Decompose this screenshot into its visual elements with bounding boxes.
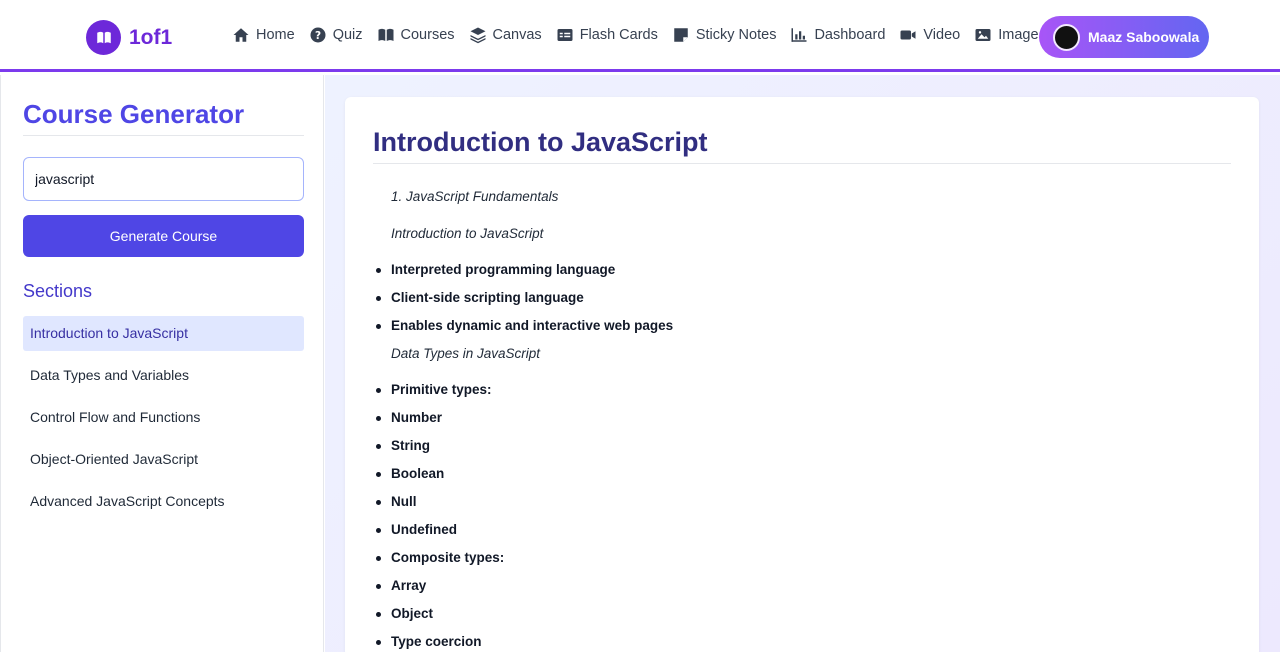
- page-title: Introduction to JavaScript: [373, 127, 708, 157]
- list-item: Primitive types:: [373, 380, 1231, 408]
- list-item: Null: [373, 492, 1231, 520]
- nav-canvas[interactable]: Canvas: [469, 26, 542, 44]
- list-item: String: [373, 436, 1231, 464]
- nav-home[interactable]: Home: [232, 26, 295, 44]
- bullet-list: Primitive types: Number String Boolean N…: [373, 380, 1231, 652]
- nav-image[interactable]: Image: [974, 26, 1039, 44]
- nav-courses-label: Courses: [400, 27, 455, 43]
- nav-flash-cards-label: Flash Cards: [579, 27, 658, 43]
- home-icon: [233, 28, 249, 42]
- list-item: Client-side scripting language: [373, 288, 1231, 316]
- logo[interactable]: 1of1: [86, 20, 172, 55]
- list-item: Boolean: [373, 464, 1231, 492]
- list-item: Number: [373, 408, 1231, 436]
- section-item-oop[interactable]: Object-Oriented JavaScript: [23, 442, 304, 477]
- nav-video[interactable]: Video: [899, 26, 960, 44]
- sidebar: Course Generator Generate Course Section…: [0, 75, 324, 652]
- content-card: Introduction to JavaScript 1. JavaScript…: [345, 97, 1259, 652]
- nav-dashboard-label: Dashboard: [814, 27, 886, 43]
- nav-sticky-notes-label: Sticky Notes: [695, 27, 777, 43]
- sidebar-title: Course Generator: [23, 99, 245, 129]
- section-item-introduction[interactable]: Introduction to JavaScript: [23, 316, 304, 351]
- list-item: Undefined: [373, 520, 1231, 548]
- card-icon: [557, 29, 573, 41]
- video-icon: [900, 30, 916, 40]
- avatar: [1053, 23, 1080, 51]
- list-item: Interpreted programming language: [373, 260, 1231, 288]
- generate-course-button[interactable]: Generate Course: [23, 215, 304, 257]
- note-icon: [674, 28, 688, 42]
- module-heading: 1. JavaScript Fundamentals: [391, 189, 559, 204]
- nav-sticky-notes[interactable]: Sticky Notes: [672, 26, 777, 44]
- divider: [373, 163, 1231, 164]
- list-item: Enables dynamic and interactive web page…: [373, 316, 1231, 344]
- section-item-data-types[interactable]: Data Types and Variables: [23, 358, 304, 393]
- main-content: Introduction to JavaScript 1. JavaScript…: [325, 75, 1280, 652]
- topic-input[interactable]: [23, 157, 304, 201]
- list-item: Array: [373, 576, 1231, 604]
- main-nav: Home ? Quiz Courses Canvas Flash Cards S…: [232, 26, 1053, 44]
- logo-text: 1of1: [129, 25, 173, 49]
- divider: [23, 135, 304, 136]
- nav-dashboard[interactable]: Dashboard: [790, 26, 885, 44]
- list-item: Object: [373, 604, 1231, 632]
- question-icon: ?: [310, 27, 326, 43]
- top-navbar: 1of1 Home ? Quiz Courses Canvas Flash Ca…: [0, 0, 1280, 72]
- book-icon: [378, 28, 394, 41]
- nav-video-label: Video: [923, 27, 961, 43]
- image-icon: [975, 29, 991, 41]
- layers-icon: [470, 27, 486, 44]
- user-menu-button[interactable]: Maaz Saboowala: [1039, 16, 1209, 58]
- chart-icon: [791, 28, 807, 42]
- svg-text:?: ?: [315, 30, 321, 42]
- nav-quiz-label: Quiz: [332, 27, 363, 43]
- section-item-control-flow[interactable]: Control Flow and Functions: [23, 400, 304, 435]
- user-name: Maaz Saboowala: [1088, 29, 1200, 45]
- open-book-icon: [86, 20, 121, 55]
- list-item: Type coercion: [373, 632, 1231, 652]
- bullet-list: Interpreted programming language Client-…: [373, 260, 1231, 344]
- sections-list: Introduction to JavaScript Data Types an…: [23, 316, 304, 526]
- sections-heading: Sections: [23, 281, 93, 301]
- nav-home-label: Home: [256, 27, 295, 43]
- nav-canvas-label: Canvas: [492, 27, 542, 43]
- topic-heading: Introduction to JavaScript: [391, 226, 544, 241]
- nav-courses[interactable]: Courses: [377, 26, 455, 44]
- nav-image-label: Image: [998, 27, 1039, 43]
- nav-quiz[interactable]: ? Quiz: [309, 26, 363, 44]
- course-content: 1. JavaScript Fundamentals Introduction …: [373, 187, 1231, 652]
- topic-heading: Data Types in JavaScript: [391, 346, 541, 361]
- list-item: Composite types:: [373, 548, 1231, 576]
- section-item-advanced[interactable]: Advanced JavaScript Concepts: [23, 484, 304, 519]
- nav-flash-cards[interactable]: Flash Cards: [556, 26, 658, 44]
